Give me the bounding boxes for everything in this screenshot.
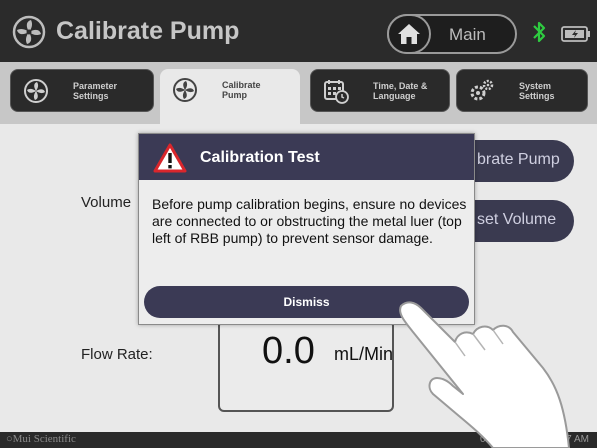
tab-parameter-settings[interactable]: Parameter Settings (10, 69, 154, 112)
brand-mark-icon: ○ (6, 433, 13, 445)
tab-time-date-language[interactable]: Time, Date & Language (310, 69, 450, 112)
tab-label: Parameter Settings (73, 81, 118, 101)
fan-icon (173, 78, 197, 102)
calibration-test-dialog: Calibration Test Before pump calibration… (138, 133, 475, 325)
pointing-hand-icon (399, 301, 570, 448)
tab-calibrate-pump[interactable]: Calibrate Pump (160, 69, 300, 124)
home-button[interactable] (387, 14, 431, 54)
home-icon (398, 24, 420, 44)
page-title: Calibrate Pump (56, 17, 240, 45)
dialog-title: Calibration Test (200, 149, 320, 166)
brand-logo: ○Mui Scientific (6, 433, 76, 445)
tab-bar: Parameter Settings Calibrate Pump Time, … (0, 62, 597, 124)
dialog-message: Before pump calibration begins, ensure n… (152, 196, 467, 246)
flow-rate-display: 0.0 mL/Min (218, 320, 394, 412)
app-header: Calibrate Pump Main (0, 0, 597, 62)
flow-rate-value: 0.0 (262, 330, 315, 372)
main-button[interactable]: Main (387, 14, 517, 54)
volume-label: Volume (81, 194, 132, 211)
fan-icon (24, 79, 48, 103)
battery-icon (561, 26, 590, 42)
tab-system-settings[interactable]: System Settings (456, 69, 588, 112)
main-label: Main (449, 25, 486, 44)
flow-rate-unit: mL/Min (334, 344, 394, 364)
tab-label: Time, Date & Language (373, 81, 428, 101)
gears-icon (470, 79, 494, 101)
bluetooth-icon (533, 21, 546, 43)
fan-logo-icon (12, 15, 46, 49)
tab-label: System Settings (519, 81, 555, 101)
dialog-header: Calibration Test (139, 134, 474, 180)
calendar-clock-icon (324, 80, 349, 104)
tab-label: Calibrate Pump (222, 80, 261, 100)
flow-rate-label: Flow Rate: (81, 346, 153, 363)
warning-icon (153, 143, 187, 173)
